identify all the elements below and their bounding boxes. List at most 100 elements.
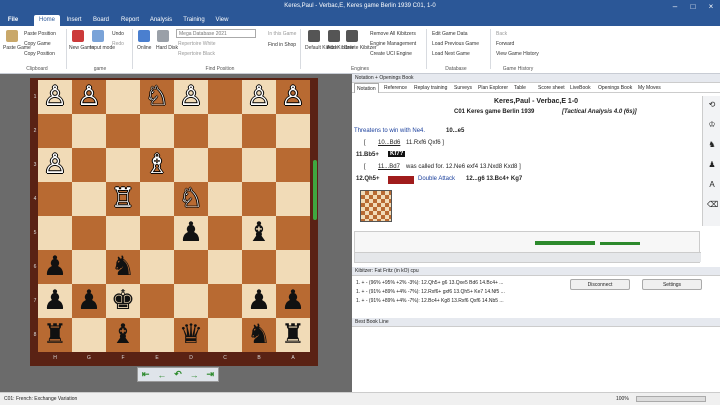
prev-move-icon[interactable]: ← — [157, 370, 166, 380]
white-piece-icon[interactable]: ♙ — [43, 148, 67, 182]
black-piece-icon[interactable]: ♞ — [111, 250, 135, 284]
board-square[interactable] — [276, 216, 310, 250]
board-square[interactable]: ♙ — [242, 80, 276, 114]
forward-button[interactable]: Forward — [496, 41, 514, 47]
undo-button[interactable]: Undo — [112, 31, 124, 37]
black-piece-icon[interactable]: ♟ — [247, 284, 271, 318]
maximize-icon[interactable]: □ — [684, 0, 702, 14]
load-previous-game-button[interactable]: Load Previous Game — [432, 41, 479, 47]
white-piece-icon[interactable]: ♖ — [111, 182, 135, 216]
board-square[interactable]: ♞ — [106, 250, 140, 284]
board-square[interactable]: ♟ — [38, 250, 72, 284]
flip-icon[interactable]: ⟲ — [707, 100, 717, 110]
black-piece-icon[interactable]: ♝ — [111, 318, 135, 352]
tab-score-sheet[interactable]: Score sheet — [536, 83, 567, 93]
board-square[interactable]: ♙ — [38, 80, 72, 114]
board-square[interactable] — [140, 250, 174, 284]
board-square[interactable] — [242, 148, 276, 182]
board-square[interactable]: ♛ — [174, 318, 208, 352]
zoom-slider[interactable] — [636, 396, 706, 402]
board-square[interactable] — [276, 250, 310, 284]
settings-button[interactable]: Settings — [642, 279, 702, 290]
evaluation-graph[interactable] — [354, 231, 701, 263]
white-piece-icon[interactable]: ♘ — [179, 182, 203, 216]
board-square[interactable] — [276, 148, 310, 182]
tab-my-moves[interactable]: My Moves — [636, 83, 663, 93]
move-11-bb5[interactable]: 11.Bb5+ — [356, 152, 379, 158]
board-square[interactable]: ♖ — [106, 182, 140, 216]
variation-12[interactable]: 12...g6 13.Bc4+ Kg7 — [466, 176, 522, 182]
board-square[interactable] — [140, 284, 174, 318]
board-square[interactable] — [208, 284, 242, 318]
white-piece-icon[interactable]: ♙ — [281, 80, 305, 114]
board-square[interactable]: ♟ — [242, 284, 276, 318]
board-square[interactable]: ♟ — [174, 216, 208, 250]
tab-reference[interactable]: Reference — [382, 83, 409, 93]
current-move[interactable]: Kf7? — [388, 151, 406, 157]
board-square[interactable] — [140, 318, 174, 352]
tab-analysis[interactable]: Analysis — [148, 15, 174, 26]
board-square[interactable] — [72, 182, 106, 216]
in-this-game-button[interactable]: In this Game — [268, 31, 296, 37]
black-piece-icon[interactable]: ♞ — [247, 318, 271, 352]
repertoire-white-button[interactable]: Repertoire White — [178, 41, 216, 47]
board-square[interactable] — [38, 182, 72, 216]
load-next-game-button[interactable]: Load Next Game — [432, 51, 470, 57]
board-square[interactable]: ♘ — [174, 182, 208, 216]
board-square[interactable] — [174, 284, 208, 318]
find-in-shop-button[interactable]: Find in Shop — [268, 42, 296, 48]
board-square[interactable]: ♞ — [242, 318, 276, 352]
board-square[interactable]: ♜ — [276, 318, 310, 352]
board-square[interactable] — [38, 216, 72, 250]
white-piece-icon[interactable]: ♙ — [43, 80, 67, 114]
font-icon[interactable]: A — [707, 180, 717, 190]
board-square[interactable] — [106, 80, 140, 114]
board-square[interactable]: ♙ — [276, 80, 310, 114]
minimize-icon[interactable]: – — [666, 0, 684, 14]
board-square[interactable] — [208, 318, 242, 352]
tab-table[interactable]: Table — [512, 83, 528, 93]
repertoire-black-button[interactable]: Repertoire Black — [178, 51, 215, 57]
board-square[interactable] — [72, 318, 106, 352]
board-square[interactable] — [208, 114, 242, 148]
board-square[interactable]: ♟ — [276, 284, 310, 318]
view-game-history-button[interactable]: View Game History — [496, 51, 539, 57]
tab-insert[interactable]: Insert — [64, 15, 84, 26]
black-piece-icon[interactable]: ♜ — [43, 318, 67, 352]
board-square[interactable] — [174, 250, 208, 284]
board-square[interactable] — [72, 250, 106, 284]
board-square[interactable] — [174, 114, 208, 148]
board-square[interactable] — [276, 182, 310, 216]
online-button[interactable]: Online — [137, 45, 151, 51]
disconnect-button[interactable]: Disconnect — [570, 279, 630, 290]
engine-management-button[interactable]: Engine Management — [370, 41, 416, 47]
redo-button[interactable]: Redo — [112, 41, 124, 47]
black-piece-icon[interactable]: ♟ — [77, 284, 101, 318]
white-piece-icon[interactable]: ♙ — [77, 80, 101, 114]
copy-position-button[interactable]: Copy Position — [24, 51, 55, 57]
tab-openings-book[interactable]: Openings Book — [596, 83, 634, 93]
board-square[interactable] — [276, 114, 310, 148]
tab-board[interactable]: Board — [90, 15, 112, 26]
white-piece-icon[interactable]: ♙ — [247, 80, 271, 114]
board-square[interactable] — [208, 148, 242, 182]
board-square[interactable] — [242, 182, 276, 216]
board-square[interactable] — [72, 216, 106, 250]
black-piece-icon[interactable]: ♟ — [43, 250, 67, 284]
back-button[interactable]: Back — [496, 31, 507, 37]
board-square[interactable]: ♜ — [38, 318, 72, 352]
pawn-icon[interactable]: ♟ — [707, 160, 717, 170]
diagram-thumbnail[interactable] — [360, 190, 392, 222]
close-icon[interactable]: × — [702, 0, 720, 14]
board-square[interactable]: ♘ — [140, 80, 174, 114]
tab-replay-training[interactable]: Replay training — [412, 83, 449, 93]
board-square[interactable]: ♚ — [106, 284, 140, 318]
board-square[interactable] — [208, 216, 242, 250]
file-menu[interactable]: File — [4, 15, 22, 26]
board-square[interactable]: ♟ — [38, 284, 72, 318]
board-square[interactable]: ♙ — [72, 80, 106, 114]
board-square[interactable]: ♗ — [140, 148, 174, 182]
edit-game-data-button[interactable]: Edit Game Data — [432, 31, 468, 37]
database-select[interactable]: Mega Database 2021 — [176, 29, 256, 38]
hard-disk-button[interactable]: Hard Disk — [156, 45, 178, 51]
